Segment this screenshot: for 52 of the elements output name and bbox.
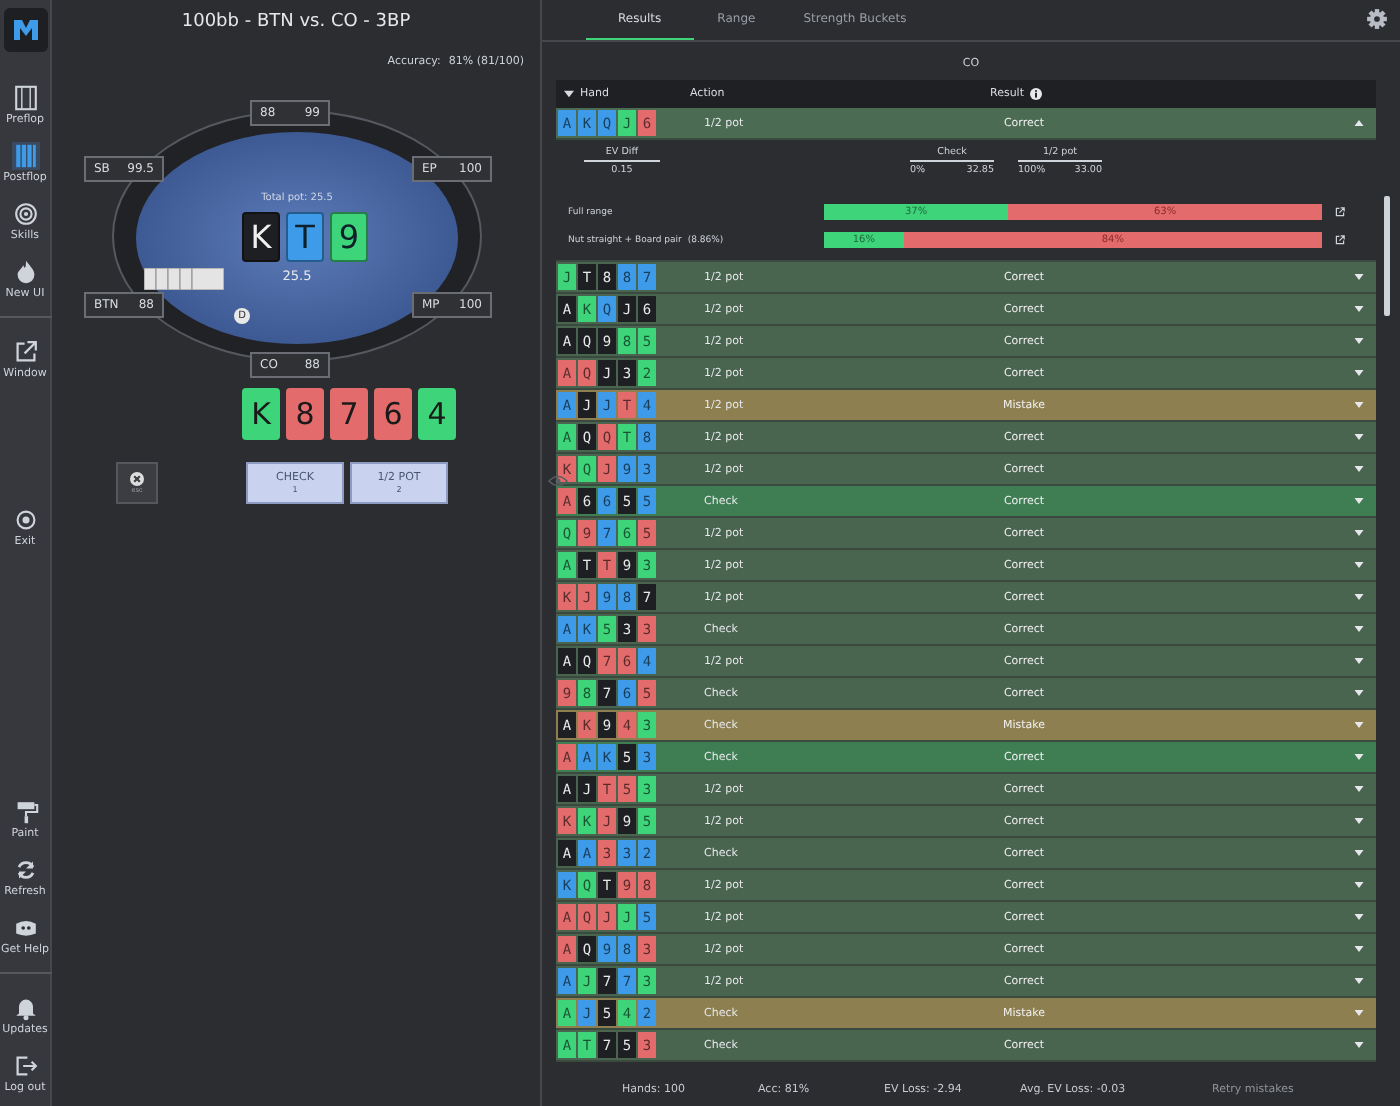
hole-card: 4 — [418, 388, 456, 440]
logout-icon — [11, 1052, 39, 1080]
card-backs-drawing — [144, 268, 224, 290]
external-link-icon[interactable] — [1334, 206, 1346, 218]
expand-caret-icon[interactable] — [1354, 370, 1364, 376]
expand-caret-icon[interactable] — [1354, 338, 1364, 344]
hole-card: K — [242, 388, 280, 440]
expand-caret-icon[interactable] — [1354, 562, 1364, 568]
expand-caret-icon[interactable] — [1354, 626, 1364, 632]
expand-caret-icon[interactable] — [1354, 722, 1364, 728]
board-card: 9 — [330, 212, 368, 262]
expand-caret-icon[interactable] — [1354, 306, 1364, 312]
expand-caret-icon[interactable] — [1354, 498, 1364, 504]
expand-caret-icon[interactable] — [1354, 882, 1364, 888]
settings-icon[interactable] — [1366, 8, 1388, 30]
expand-caret-icon[interactable] — [1354, 466, 1364, 472]
hole-card: 7 — [330, 388, 368, 440]
expand-caret-icon[interactable] — [1354, 786, 1364, 792]
expand-caret-icon[interactable] — [1354, 274, 1364, 280]
expand-caret-icon[interactable] — [1354, 818, 1364, 824]
expand-caret-icon[interactable] — [1354, 978, 1364, 984]
eye-icon[interactable] — [548, 474, 568, 488]
columns-icon — [11, 84, 39, 112]
target-icon — [11, 200, 39, 228]
expand-caret-icon[interactable] — [1354, 946, 1364, 952]
expand-caret-icon[interactable] — [1354, 754, 1364, 760]
expand-caret-icon[interactable] — [1354, 850, 1364, 856]
external-link-icon[interactable] — [1334, 234, 1346, 246]
expand-caret-icon[interactable] — [1354, 1042, 1364, 1048]
expand-caret-icon[interactable] — [1354, 434, 1364, 440]
sort-caret-icon[interactable] — [564, 90, 574, 98]
exit-icon — [11, 506, 39, 534]
hole-card: 8 — [286, 388, 324, 440]
bars-icon — [11, 142, 39, 170]
board-card: K — [242, 212, 280, 262]
expand-caret-icon[interactable] — [1354, 594, 1364, 600]
expand-caret-icon[interactable] — [1354, 690, 1364, 696]
hole-card: 6 — [374, 388, 412, 440]
collapse-caret-icon[interactable] — [1354, 120, 1364, 126]
app-logo-icon[interactable] — [3, 8, 47, 52]
scrollbar-thumb[interactable] — [1384, 196, 1390, 316]
board-card: T — [286, 212, 324, 262]
expand-caret-icon[interactable] — [1354, 658, 1364, 664]
expand-caret-icon[interactable] — [1354, 402, 1364, 408]
expand-caret-icon[interactable] — [1354, 1010, 1364, 1016]
external-link-icon — [11, 338, 39, 366]
close-icon — [130, 472, 144, 486]
hand-title: 100bb - BTN vs. CO - 3BP — [179, 12, 413, 32]
expand-caret-icon[interactable] — [1354, 530, 1364, 536]
expand-caret-icon[interactable] — [1354, 914, 1364, 920]
bell-icon — [11, 994, 39, 1022]
info-icon[interactable] — [1030, 88, 1042, 100]
